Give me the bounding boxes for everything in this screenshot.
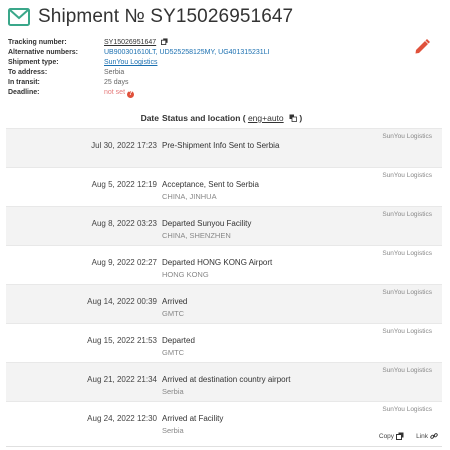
edit-pencil-icon[interactable] (413, 38, 431, 56)
tracking-label: Tracking number: (8, 39, 67, 46)
event-date: Aug 15, 2022 21:53 (87, 336, 157, 345)
share-footer: Copy Link (379, 432, 438, 440)
events-table-header: Date Status and location ( eng+auto ) (6, 110, 442, 126)
event-status: Departed Sunyou Facility (162, 219, 252, 228)
alt-numbers-label: Alternative numbers: (8, 49, 79, 56)
status-header-suffix: ) (297, 113, 303, 123)
event-row: SunYou Logistics Aug 9, 2022 02:27 Depar… (6, 245, 442, 284)
event-location: CHINA, SHENZHEN (162, 231, 231, 240)
event-carrier: SunYou Logistics (382, 211, 432, 218)
event-status: Departed (162, 336, 195, 345)
deadline-label: Deadline: (8, 89, 40, 96)
event-row: SunYou Logistics Aug 5, 2022 12:19 Accep… (6, 167, 442, 206)
events-list: SunYou Logistics Jul 30, 2022 17:23 Pre-… (6, 128, 442, 440)
event-date: Aug 9, 2022 02:27 (91, 258, 157, 267)
event-date: Aug 24, 2022 12:30 (87, 414, 157, 423)
event-status: Arrived at Facility (162, 414, 224, 423)
help-icon[interactable]: ? (127, 91, 135, 98)
event-row: SunYou Logistics Aug 14, 2022 00:39 Arri… (6, 284, 442, 323)
tracking-row: Tracking number: SY15026951647 (8, 38, 270, 48)
tracking-value: SY15026951647 (104, 38, 168, 48)
event-status: Acceptance, Sent to Serbia (162, 180, 259, 189)
event-carrier: SunYou Logistics (382, 328, 432, 335)
event-carrier: SunYou Logistics (382, 172, 432, 179)
to-address-row: To address: Serbia (8, 68, 270, 78)
event-status: Pre-Shipment Info Sent to Serbia (162, 141, 280, 150)
event-location: HONG KONG (162, 270, 209, 279)
event-row: SunYou Logistics Aug 21, 2022 21:34 Arri… (6, 362, 442, 401)
copy-icon[interactable] (161, 38, 168, 45)
status-header-prefix: Status and location ( (162, 113, 248, 123)
event-status: Arrived (162, 297, 188, 306)
event-location: Serbia (162, 387, 184, 396)
shipment-type-row: Shipment type: SunYou Logistics (8, 58, 270, 68)
deadline-row: Deadline: not set? (8, 88, 270, 98)
page-title: Shipment № SY15026951647 (38, 6, 294, 27)
language-toggle[interactable]: eng+auto (248, 113, 284, 123)
event-carrier: SunYou Logistics (382, 250, 432, 257)
event-row: SunYou Logistics Aug 15, 2022 21:53 Depa… (6, 323, 442, 362)
to-address-value: Serbia (104, 69, 125, 76)
event-date: Aug 5, 2022 12:19 (91, 180, 157, 189)
mail-icon (8, 8, 30, 26)
link-button[interactable]: Link (416, 432, 438, 440)
in-transit-row: In transit: 25 days (8, 78, 270, 88)
event-date: Aug 8, 2022 03:23 (91, 219, 157, 228)
event-location: CHINA, JINHUA (162, 192, 217, 201)
deadline-not-set[interactable]: not set (104, 89, 125, 96)
copy-label: Copy (378, 432, 395, 440)
status-column-header: Status and location ( eng+auto ) (162, 113, 302, 123)
event-row: SunYou Logistics Jul 30, 2022 17:23 Pre-… (6, 128, 442, 167)
shipment-header: Shipment № SY15026951647 (8, 4, 293, 30)
shipment-type-link[interactable]: SunYou Logistics (104, 58, 157, 68)
link-label: Link (416, 432, 428, 440)
in-transit-value: 25 days (104, 79, 129, 86)
event-date: Aug 21, 2022 21:34 (87, 375, 157, 384)
to-address-label: To address: (8, 69, 48, 76)
event-row: SunYou Logistics Aug 8, 2022 03:23 Depar… (6, 206, 442, 245)
link-icon (430, 433, 438, 439)
copy-icon (396, 432, 404, 440)
event-status: Arrived at destination country airport (162, 375, 291, 384)
alt-numbers-value[interactable]: UB900301610LT, UD525258125MY, UG40131523… (104, 48, 270, 58)
tracking-number[interactable]: SY15026951647 (104, 39, 156, 46)
event-carrier: SunYou Logistics (382, 367, 432, 374)
event-date: Jul 30, 2022 17:23 (91, 141, 157, 150)
event-location: GMTC (162, 348, 185, 357)
alt-numbers-row: Alternative numbers: UB900301610LT, UD52… (8, 48, 270, 58)
event-status: Departed HONG KONG Airport (162, 258, 273, 267)
event-location: GMTC (162, 309, 185, 318)
copy-button[interactable]: Copy (379, 432, 404, 440)
event-location: Serbia (162, 426, 184, 435)
bottom-divider (6, 446, 442, 447)
translate-icon[interactable] (289, 114, 297, 122)
shipment-type-label: Shipment type: (8, 59, 59, 66)
shipment-info: Tracking number: SY15026951647 Alternati… (8, 38, 270, 98)
event-carrier: SunYou Logistics (382, 133, 432, 140)
in-transit-label: In transit: (8, 79, 40, 86)
event-row: SunYou Logistics Aug 24, 2022 12:30 Arri… (6, 401, 442, 440)
deadline-value: not set? (104, 88, 135, 98)
date-column-header: Date (140, 113, 159, 123)
event-date: Aug 14, 2022 00:39 (87, 297, 157, 306)
event-carrier: SunYou Logistics (382, 289, 432, 296)
event-carrier: SunYou Logistics (382, 406, 432, 413)
